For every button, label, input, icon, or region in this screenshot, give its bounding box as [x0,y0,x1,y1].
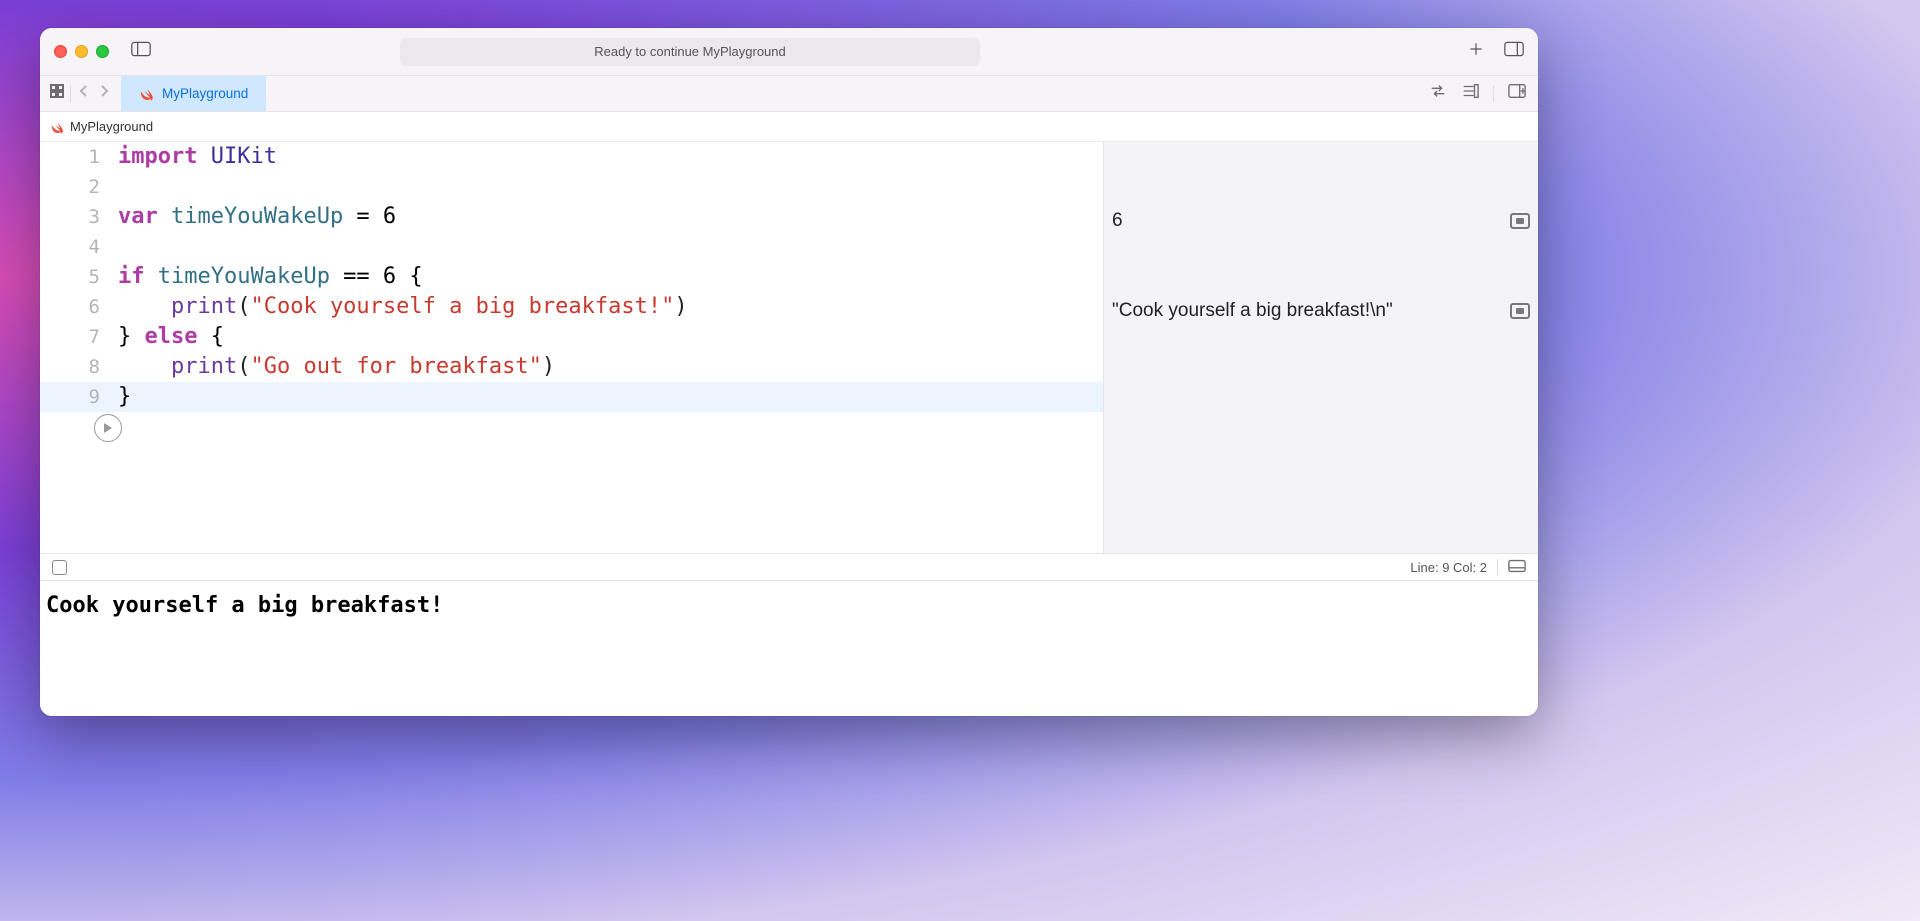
result-row [1104,356,1538,386]
results-sidebar: 6 "Cook yourself a big breakfast!\n" [1103,142,1538,553]
result-row [1104,146,1538,176]
code-content[interactable]: } else { [118,322,224,352]
code-content[interactable]: print("Cook yourself a big breakfast!") [118,292,688,322]
code-content[interactable]: var timeYouWakeUp = 6 [118,202,396,232]
line-number: 4 [40,232,118,262]
code-content[interactable]: if timeYouWakeUp == 6 { [118,262,423,292]
cursor-position: Line: 9 Col: 2 [1410,560,1487,575]
code-content[interactable]: print("Go out for breakfast") [118,352,555,382]
window-controls [54,45,109,58]
swift-icon [139,86,154,101]
result-row [1104,266,1538,296]
xcode-window: Ready to continue MyPlayground [40,28,1538,716]
code-line[interactable]: 5if timeYouWakeUp == 6 { [40,262,1103,292]
titlebar-right-tools [1466,41,1524,62]
code-line[interactable]: 8 print("Go out for breakfast") [40,352,1103,382]
jump-bar[interactable]: MyPlayground [40,112,1538,142]
toggle-inspectors-icon[interactable] [1504,41,1524,62]
result-value: 6 [1112,206,1123,236]
tab-navigation [40,76,121,111]
nav-back-button[interactable] [77,84,91,103]
fullscreen-window-button[interactable] [96,45,109,58]
toggle-debug-area-icon[interactable] [1508,559,1526,576]
result-row: 6 [1104,206,1538,236]
titlebar: Ready to continue MyPlayground [40,28,1538,76]
toggle-navigator-icon[interactable] [131,41,151,62]
line-number: 9 [40,382,118,412]
code-line[interactable]: 9} [40,382,1103,412]
result-row [1104,176,1538,206]
swift-icon [50,120,64,134]
line-number: 7 [40,322,118,352]
result-row [1104,326,1538,356]
activity-status: Ready to continue MyPlayground [400,38,980,66]
line-number: 3 [40,202,118,232]
quicklook-button[interactable] [1510,303,1530,319]
nav-forward-button[interactable] [97,84,111,103]
editor-area: 1import UIKit23var timeYouWakeUp = 645if… [40,142,1538,553]
related-items-icon[interactable] [50,84,64,103]
tab-myplayground[interactable]: MyPlayground [121,76,266,111]
code-line[interactable]: 7} else { [40,322,1103,352]
code-content[interactable]: } [118,382,131,412]
code-content[interactable]: import UIKit [118,142,277,172]
line-number: 2 [40,172,118,202]
add-editor-icon[interactable] [1508,83,1526,104]
code-line[interactable]: 2 [40,172,1103,202]
code-line[interactable]: 6 print("Cook yourself a big breakfast!"… [40,292,1103,322]
breadcrumb-label: MyPlayground [70,119,153,134]
debug-bar: Line: 9 Col: 2 [40,553,1538,581]
line-number: 1 [40,142,118,172]
close-window-button[interactable] [54,45,67,58]
source-editor[interactable]: 1import UIKit23var timeYouWakeUp = 645if… [40,142,1103,553]
result-row: "Cook yourself a big breakfast!\n" [1104,296,1538,326]
divider [1493,86,1494,102]
tab-bar-right [1429,76,1538,111]
result-value: "Cook yourself a big breakfast!\n" [1112,296,1393,326]
adjust-editor-options-icon[interactable] [1461,83,1479,104]
breakpoint-toggle[interactable] [52,560,67,575]
run-playground-button[interactable] [94,414,122,442]
divider [70,85,71,103]
result-row [1104,236,1538,266]
console-text: Cook yourself a big breakfast! [46,593,443,618]
console-output[interactable]: Cook yourself a big breakfast! [40,581,1538,716]
result-row [1104,386,1538,416]
line-number: 6 [40,292,118,322]
code-line[interactable]: 4 [40,232,1103,262]
code-line[interactable]: 3var timeYouWakeUp = 6 [40,202,1103,232]
status-text: Ready to continue MyPlayground [594,44,786,59]
quicklook-button[interactable] [1510,213,1530,229]
divider [1497,559,1498,575]
minimize-window-button[interactable] [75,45,88,58]
line-number: 5 [40,262,118,292]
add-button[interactable] [1466,41,1486,62]
line-number: 8 [40,352,118,382]
swap-editors-icon[interactable] [1429,83,1447,104]
tab-bar: MyPlayground [40,76,1538,112]
tab-label: MyPlayground [162,86,248,101]
code-line[interactable]: 1import UIKit [40,142,1103,172]
